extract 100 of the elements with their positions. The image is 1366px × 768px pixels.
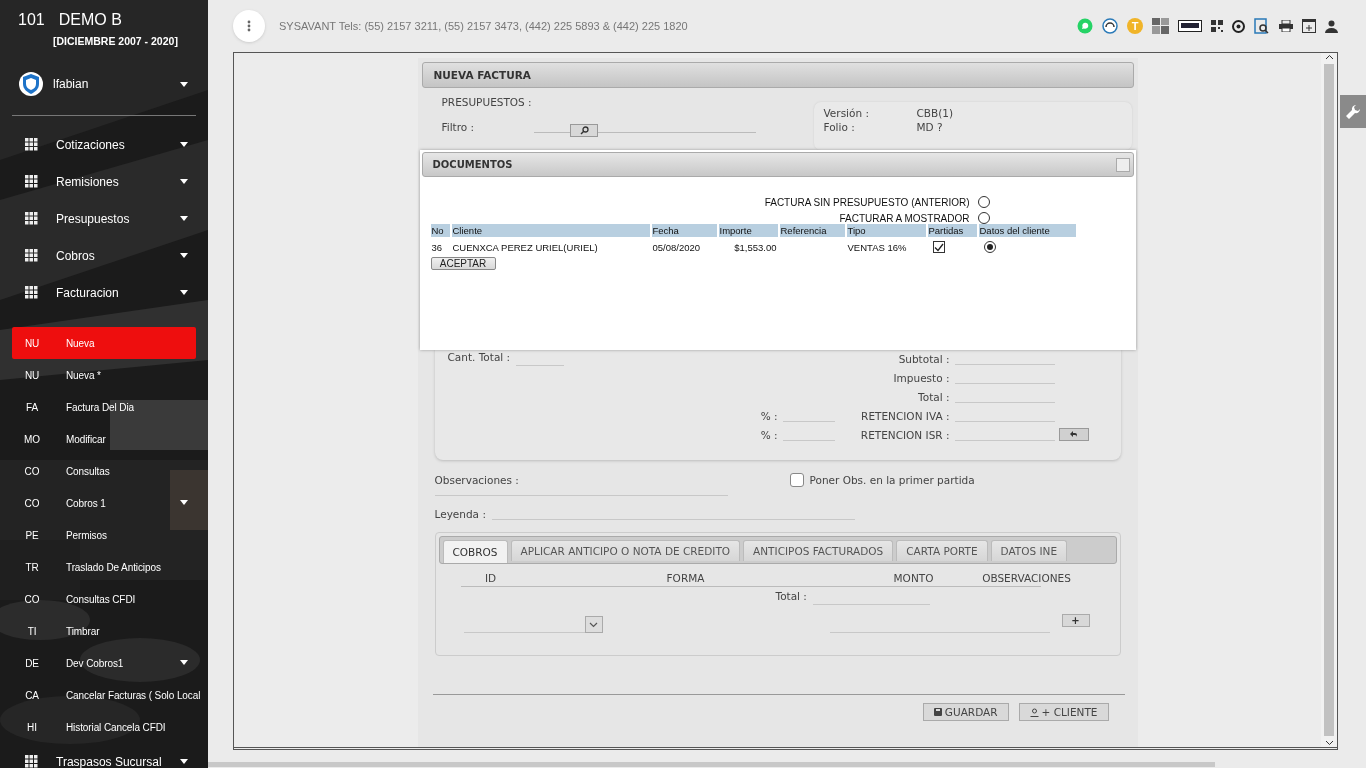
wrench-icon: [1345, 103, 1361, 120]
column-header: OBSERVACIONES: [981, 572, 1072, 586]
menu-item[interactable]: MO Modificar: [12, 423, 196, 455]
menu-group[interactable]: Cobros: [0, 237, 208, 274]
caret-icon: [180, 660, 188, 665]
table-cell-text: 36: [430, 240, 444, 255]
contact-info: SYSAVANT Tels: (55) 2157 3211, (55) 2157 3473, (442) 225 5893 & (442) 225 1820: [279, 20, 689, 32]
menu-group[interactable]: Remisiones: [0, 163, 208, 200]
field-label: Cant. Total :: [447, 351, 511, 363]
client-button[interactable]: + CLIENTE: [1018, 703, 1109, 721]
tab[interactable]: APLICAR ANTICIPO O NOTA DE CREDITO: [510, 540, 741, 561]
undo-icon: [1069, 431, 1078, 438]
menu-group[interactable]: Traspasos Sucursal: [0, 743, 208, 768]
search-button[interactable]: [570, 124, 599, 137]
menu-group[interactable]: Presupuestos: [0, 200, 208, 237]
info-value: MD ?: [916, 121, 943, 135]
menu-group[interactable]: Facturacion: [0, 274, 208, 311]
save-button[interactable]: GUARDAR: [922, 703, 1009, 721]
caret-icon: [180, 216, 188, 221]
more-icon: [247, 20, 251, 32]
menu-item[interactable]: DE Dev Cobros1: [12, 647, 196, 679]
window-add-icon[interactable]: [1302, 19, 1316, 33]
column-header: FORMA: [665, 572, 706, 586]
company-number: 101: [18, 11, 45, 29]
panel-title: NUEVA FACTURA: [421, 62, 1134, 88]
tiles-icon[interactable]: [1152, 18, 1169, 34]
checkbox-label: Poner Obs. en la primer partida: [809, 474, 975, 486]
target-icon[interactable]: [1232, 19, 1245, 33]
menu-item[interactable]: PE Permisos: [12, 519, 196, 551]
table-cell-text: $1,553.00: [733, 240, 778, 255]
clipboard-search-icon[interactable]: [1254, 17, 1270, 35]
add-button[interactable]: +: [1061, 614, 1090, 627]
grid-icon: [25, 138, 38, 151]
radio-button[interactable]: [977, 212, 990, 224]
menu-item[interactable]: NU Nueva *: [12, 359, 196, 391]
chat-icon[interactable]: [1077, 18, 1093, 34]
caret-icon: [180, 500, 188, 505]
printer-icon[interactable]: [1279, 20, 1293, 32]
scroll-up-icon[interactable]: [1324, 53, 1334, 62]
tab[interactable]: DATOS INE: [990, 540, 1068, 561]
grid-icon: [25, 755, 38, 768]
column-header: MONTO: [892, 572, 935, 586]
user-menu[interactable]: lfabian: [0, 55, 208, 101]
checkbox[interactable]: [789, 473, 804, 487]
qr-code-icon[interactable]: [1211, 20, 1223, 32]
menu-item[interactable]: FA Factura Del Dia: [12, 391, 196, 423]
grid-icon: [25, 286, 38, 299]
percent-label: % :: [759, 429, 779, 441]
column-header: Cliente: [451, 224, 650, 237]
info-label: Folio :: [823, 121, 856, 135]
floppy-icon: [933, 708, 942, 716]
info-label: Versión :: [823, 107, 870, 121]
tab[interactable]: COBROS: [442, 540, 508, 563]
menu-item[interactable]: CO Cobros 1: [12, 487, 196, 519]
caret-icon: [180, 253, 188, 258]
column-header: Referencia: [779, 224, 845, 237]
grid-icon: [25, 175, 38, 188]
window-button[interactable]: [1115, 157, 1130, 172]
menu-item[interactable]: TR Traslado De Anticipos: [12, 551, 196, 583]
payment-method-select[interactable]: [463, 616, 602, 633]
grid-icon: [25, 212, 38, 225]
checkbox[interactable]: [932, 241, 945, 253]
user-name: lfabian: [53, 77, 90, 91]
user-icon: [1029, 707, 1039, 717]
column-header: Partidas: [927, 224, 977, 237]
option-label: FACTURAR A MOSTRADOR: [839, 212, 970, 224]
retention-label: RETENCION IVA :: [860, 410, 951, 422]
total-label: Total :: [917, 391, 951, 403]
scrollbar[interactable]: [208, 762, 1215, 767]
accept-button[interactable]: ACEPTAR: [430, 257, 496, 270]
menu-item[interactable]: NU Nueva: [12, 327, 196, 359]
search-icon: [579, 126, 589, 135]
column-header: Fecha: [651, 224, 717, 237]
company-name: DEMO B: [58, 11, 122, 29]
scroll-down-icon[interactable]: [1324, 738, 1334, 747]
radio-button[interactable]: [983, 241, 996, 253]
chevron-icon: [589, 621, 598, 628]
info-value: CBB(1): [916, 107, 954, 121]
field-label: Leyenda :: [434, 508, 486, 520]
radio-button[interactable]: [977, 196, 990, 208]
settings-button[interactable]: [1340, 95, 1366, 128]
table-cell-text: 05/08/2020: [651, 240, 702, 255]
menu-item[interactable]: HI Historial Cancela CFDI: [12, 711, 196, 743]
total-label: Impuesto :: [892, 372, 951, 384]
menu-item[interactable]: CO Consultas: [12, 455, 196, 487]
column-header: No: [430, 224, 450, 237]
tab[interactable]: ANTICIPOS FACTURADOS: [743, 540, 894, 561]
column-header: Tipo: [846, 224, 926, 237]
total-label: Total :: [775, 590, 807, 604]
user-icon[interactable]: [1325, 19, 1338, 33]
shield-logo-icon: [18, 71, 44, 97]
tab[interactable]: CARTA PORTE: [896, 540, 988, 561]
scrollbar[interactable]: [1321, 53, 1337, 747]
menu-item[interactable]: TI Timbrar: [12, 615, 196, 647]
option-label: FACTURA SIN PRESUPUESTO (ANTERIOR): [764, 196, 970, 208]
menu-group[interactable]: Cotizaciones: [0, 126, 208, 163]
period-label: [DICIEMBRE 2007 - 2020]: [52, 34, 179, 49]
undo-button[interactable]: [1058, 428, 1089, 441]
menu-item[interactable]: CO Consultas CFDI: [12, 583, 196, 615]
retention-label: RETENCION ISR :: [859, 429, 951, 441]
